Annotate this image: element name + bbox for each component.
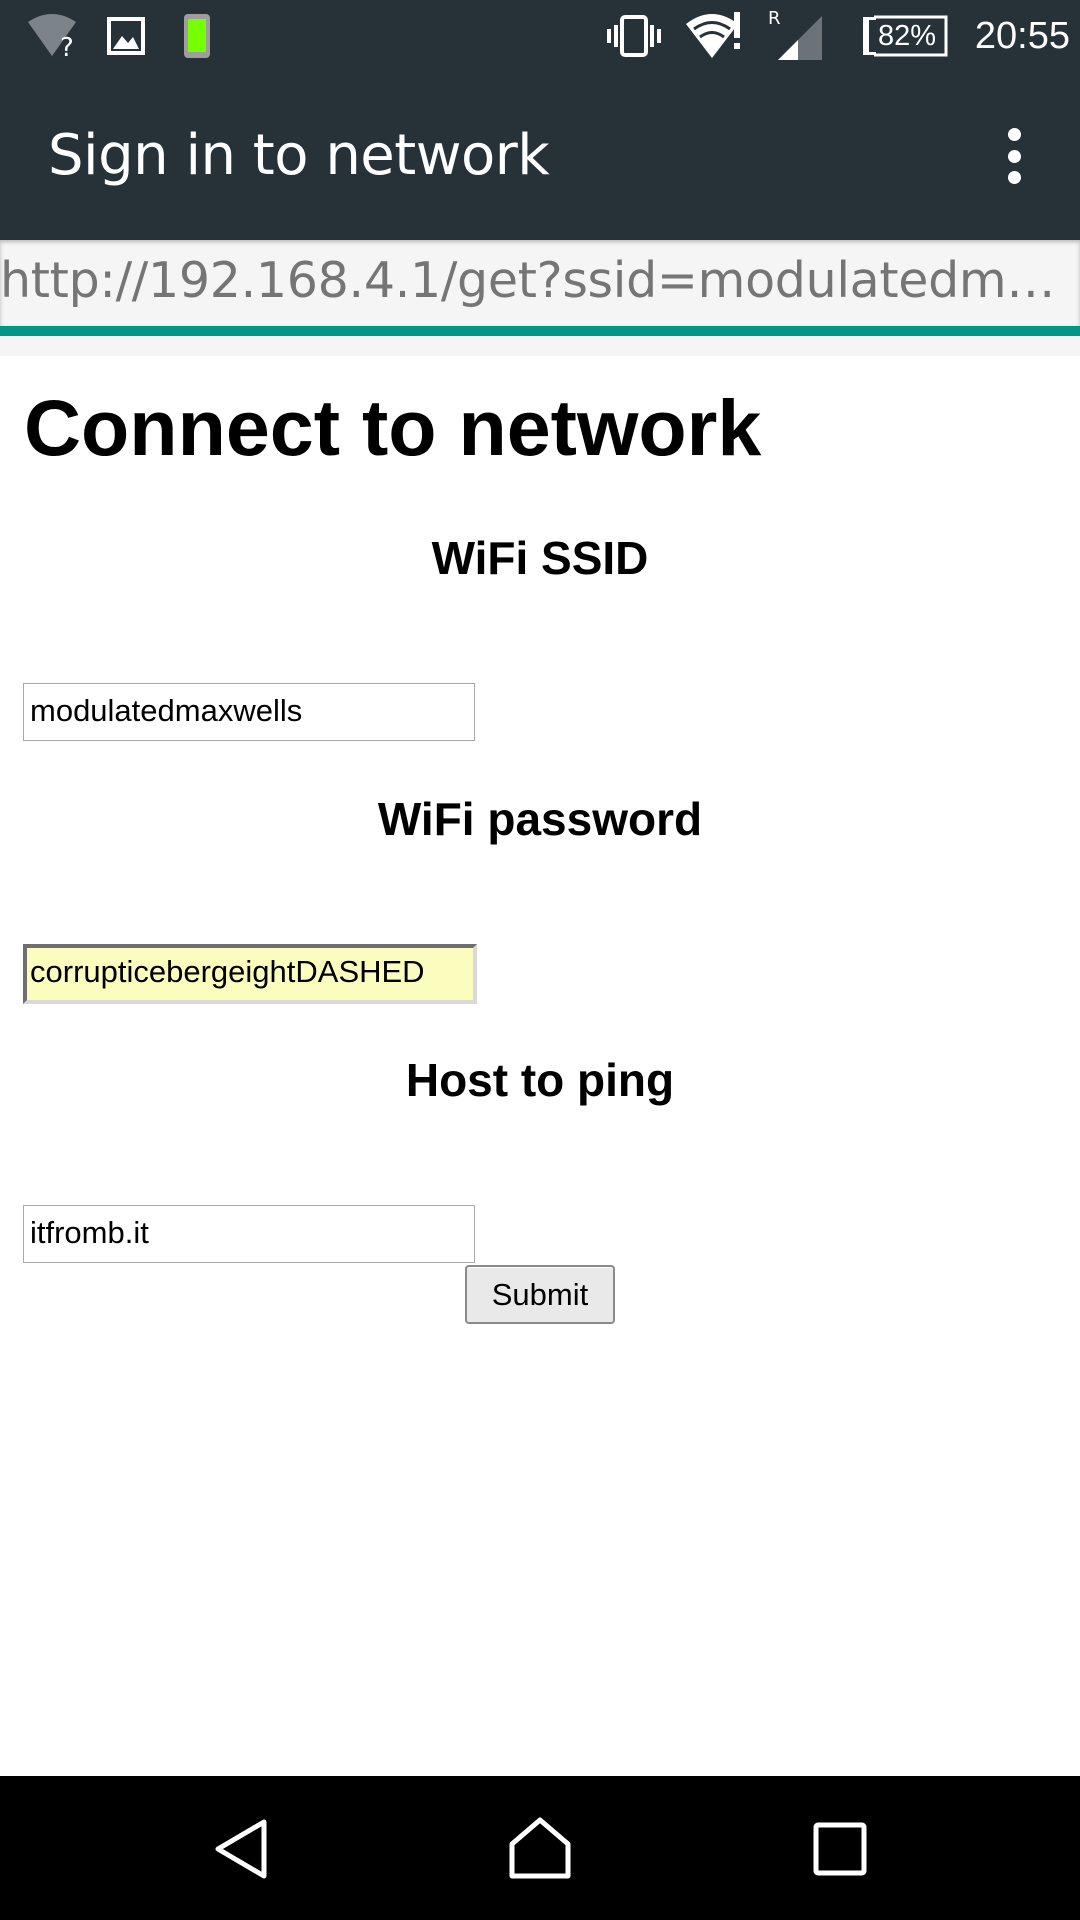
url-text[interactable]: http://192.168.4.1/get?ssid=modulatedmax… bbox=[0, 250, 1062, 312]
wifi-question-icon: ? bbox=[28, 14, 76, 60]
overflow-menu-icon-dot bbox=[1007, 149, 1021, 163]
url-bar-shadow bbox=[0, 336, 1080, 356]
ssid-input[interactable]: modulatedmaxwells bbox=[23, 683, 475, 741]
image-notification-icon bbox=[107, 17, 145, 55]
password-label: WiFi password bbox=[377, 793, 703, 845]
page-load-progress bbox=[0, 326, 1080, 336]
phone-battery-icon bbox=[184, 14, 210, 58]
battery-percentage: 82% bbox=[877, 20, 937, 52]
navigation-bar bbox=[0, 1776, 1080, 1920]
page-heading: Connect to network bbox=[24, 383, 762, 472]
overflow-menu-icon-dot bbox=[1007, 171, 1021, 184]
vibrate-icon bbox=[607, 15, 661, 57]
host-input[interactable]: itfromb.it bbox=[23, 1205, 475, 1263]
status-clock: 20:55 bbox=[974, 15, 1070, 57]
wifi-alert-icon bbox=[686, 12, 740, 58]
home-icon[interactable] bbox=[508, 1816, 572, 1880]
password-input[interactable]: corrupticebergeightDASHED bbox=[23, 944, 477, 1004]
host-label: Host to ping bbox=[405, 1054, 675, 1106]
app-title: Sign in to network bbox=[48, 123, 550, 188]
cell-signal-icon: R bbox=[768, 8, 822, 60]
overflow-menu-button[interactable] bbox=[990, 124, 1038, 188]
url-bar: http://192.168.4.1/get?ssid=modulatedmax… bbox=[0, 240, 1080, 326]
screen: ? R 82% 20:55 Sign in to network http://… bbox=[0, 0, 1080, 1920]
submit-button[interactable]: Submit bbox=[465, 1265, 615, 1324]
status-bar: ? R 82% 20:55 bbox=[0, 0, 1080, 72]
recents-icon[interactable] bbox=[812, 1821, 868, 1877]
ssid-label: WiFi SSID bbox=[431, 532, 649, 584]
wifi-unknown-mark: ? bbox=[60, 33, 74, 60]
back-icon[interactable] bbox=[212, 1818, 272, 1880]
app-bar: Sign in to network bbox=[0, 72, 1080, 240]
roaming-indicator: R bbox=[768, 8, 781, 29]
overflow-menu-icon bbox=[1007, 128, 1021, 141]
battery-icon: 82% bbox=[862, 14, 948, 58]
